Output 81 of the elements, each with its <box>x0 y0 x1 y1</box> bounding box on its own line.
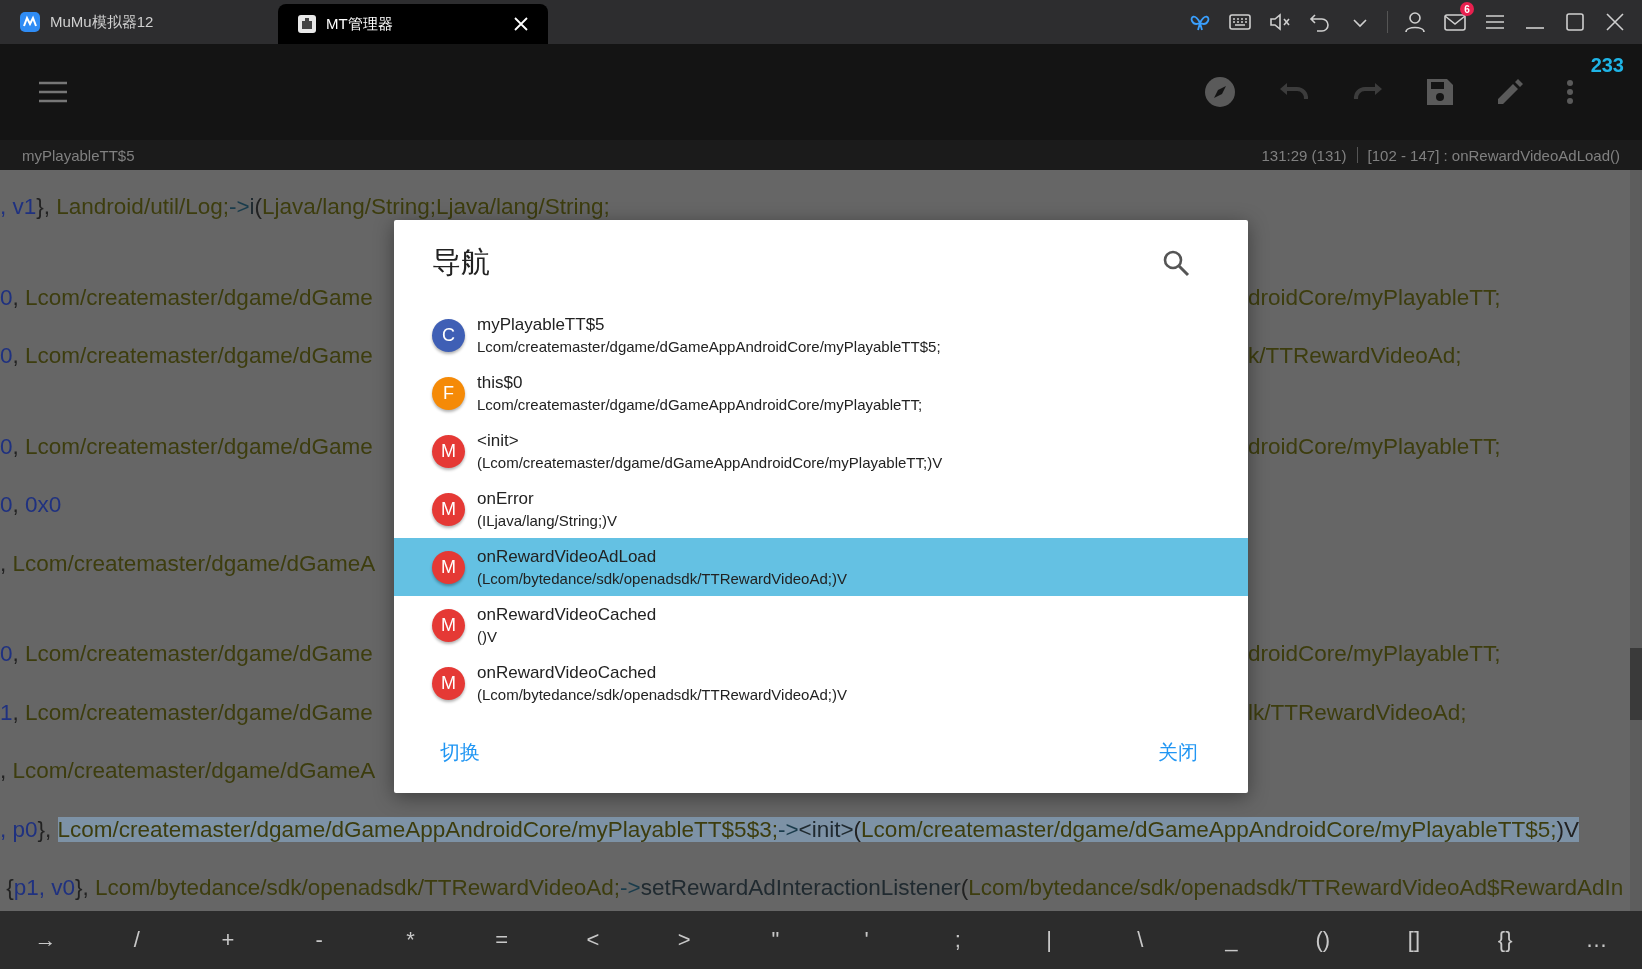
member-signature: (ILjava/lang/String;)V <box>477 512 618 529</box>
window-tab[interactable]: MT管理器 <box>278 4 548 44</box>
code-line: 1, Lcom/createmaster/dgame/dGame <box>0 699 373 726</box>
code-line: k/TTRewardVideoAd; <box>1248 343 1462 369</box>
symbol-key[interactable]: → <box>0 926 92 954</box>
close-tab-icon[interactable] <box>514 17 528 31</box>
menu-icon[interactable] <box>38 80 68 104</box>
code-line: droidCore/myPlayableTT; <box>1248 284 1501 311</box>
user-icon[interactable] <box>1402 9 1428 35</box>
symbol-key[interactable]: + <box>182 926 274 954</box>
app-logo-icon <box>20 12 40 32</box>
code-line: 0, Lcom/createmaster/dgame/dGame <box>0 433 373 460</box>
symbol-key[interactable]: \ <box>1094 926 1186 954</box>
member-name: <init> <box>477 431 520 451</box>
symbol-key[interactable]: / <box>91 926 183 954</box>
member-signature: (Lcom/bytedance/sdk/openadsdk/TTRewardVideoAd;)V <box>477 686 847 703</box>
method-range: [102 - 147] : onRewardVideoAdLoad() <box>1367 146 1620 164</box>
code-line: , Lcom/createmaster/dgame/dGameA <box>0 758 376 785</box>
symbol-key[interactable]: ; <box>912 926 1004 954</box>
code-line: 0, Lcom/createmaster/dgame/dGame <box>0 284 373 311</box>
member-type-badge: M <box>432 492 465 526</box>
member-signature: ()V <box>477 628 498 645</box>
member-name: onRewardVideoCached <box>477 605 657 625</box>
window-tab[interactable]: MuMu模拟器12 <box>0 0 278 44</box>
code-line: {p1, v0}, Lcom/bytedance/sdk/openadsdk/TTRewardVideoAd;->setRewardAdInteractionListener(Lcom/bytedance/sdk/openadsdk/TTRewardVideoAd$RewardAdIn <box>5 875 1624 902</box>
symbol-key[interactable]: {} <box>1459 926 1551 954</box>
code-line: 0, 0x0 <box>0 492 62 519</box>
code-line: 0, Lcom/createmaster/dgame/dGame <box>0 343 373 370</box>
cursor-position: 131:29 (131) <box>1261 146 1347 164</box>
save-icon[interactable] <box>1426 78 1454 106</box>
code-line: 0, Lcom/createmaster/dgame/dGame <box>0 641 373 668</box>
code-line: , Lcom/createmaster/dgame/dGameA <box>0 550 376 577</box>
navigation-item[interactable]: M onRewardVideoAdLoad (Lcom/bytedance/sdk/openadsdk/TTRewardVideoAd;)V <box>394 538 1248 596</box>
member-name: onError <box>477 489 535 509</box>
member-type-badge: F <box>432 376 465 410</box>
member-type-badge: M <box>432 550 465 584</box>
code-line: lk/TTRewardVideoAd; <box>1248 699 1467 726</box>
member-type-badge: M <box>432 608 465 642</box>
code-line: droidCore/myPlayableTT; <box>1248 433 1501 460</box>
code-line: , p0}, Lcom/createmaster/dgame/dGameAppAndroidCore/myPlayableTT$5$3;-><init>(Lcom/createmaster/dgame/dGameAppAndroidCore/myPlayableTT$5;)V <box>0 816 1579 843</box>
member-name: myPlayableTT$5 <box>477 315 606 335</box>
code-line: droidCore/myPlayableTT; <box>1248 641 1501 667</box>
symbol-key[interactable]: | <box>1003 926 1095 954</box>
member-type-badge: M <box>432 666 465 700</box>
navigation-item[interactable]: M onError (ILjava/lang/String;)V <box>394 480 1248 538</box>
symbol-key[interactable]: - <box>273 926 365 954</box>
symbol-key[interactable]: > <box>638 926 730 954</box>
symbol-key[interactable]: ' <box>821 926 913 954</box>
symbol-key[interactable]: … <box>1550 926 1642 954</box>
member-name: onRewardVideoCached <box>477 663 658 683</box>
navigation-item[interactable]: F this$0 Lcom/createmaster/dgame/dGameAppAndroidCore/myPlayableTT; <box>394 364 1248 422</box>
symbol-key[interactable]: " <box>729 926 821 954</box>
search-icon[interactable] <box>1162 249 1190 277</box>
member-signature: Lcom/createmaster/dgame/dGameAppAndroidCore/myPlayableTT; <box>477 396 923 413</box>
notification-badge: 6 <box>1460 2 1474 16</box>
pencil-icon[interactable] <box>1496 78 1524 106</box>
symbol-key[interactable]: [] <box>1368 926 1460 954</box>
counter: 233 <box>1590 54 1624 77</box>
member-type-badge: M <box>432 434 465 468</box>
member-type-badge: C <box>432 318 465 352</box>
member-signature: (Lcom/bytedance/sdk/openadsdk/TTRewardVideoAd;)V <box>477 570 847 587</box>
member-name: onRewardVideoAdLoad <box>477 547 658 567</box>
navigation-item[interactable]: C myPlayableTT$5 Lcom/createmaster/dgame/dGameAppAndroidCore/myPlayableTT$5; <box>394 306 1248 364</box>
symbol-key[interactable]: _ <box>1185 926 1278 954</box>
member-name: this$0 <box>477 373 524 393</box>
code-line: , v1}, Landroid/util/Log;->i(Ljava/lang/String;Ljava/lang/String; <box>0 194 610 221</box>
symbol-key[interactable]: = <box>456 926 548 954</box>
member-signature: Lcom/createmaster/dgame/dGameAppAndroidCore/myPlayableTT$5; <box>477 338 941 355</box>
navigation-item[interactable]: M onRewardVideoCached (Lcom/bytedance/sdk/openadsdk/TTRewardVideoAd;)V <box>394 654 1248 712</box>
more-icon[interactable] <box>1566 79 1574 105</box>
scrollbar[interactable] <box>1630 170 1642 911</box>
symbol-key[interactable]: * <box>364 926 457 954</box>
class-name: myPlayableTT$5 <box>22 146 135 164</box>
app-icon <box>298 15 316 33</box>
symbol-key[interactable]: < <box>547 926 639 954</box>
navigation-item[interactable]: M <init> (Lcom/createmaster/dgame/dGameAppAndroidCore/myPlayableTT;)V <box>394 422 1248 480</box>
navigation-item[interactable]: M onRewardVideoCached ()V <box>394 596 1248 654</box>
member-signature: (Lcom/createmaster/dgame/dGameAppAndroidCore/myPlayableTT;)V <box>477 454 943 471</box>
dialog-title: 导航 <box>432 245 490 280</box>
symbol-key[interactable]: () <box>1277 926 1369 954</box>
compass-icon[interactable] <box>1204 76 1236 108</box>
